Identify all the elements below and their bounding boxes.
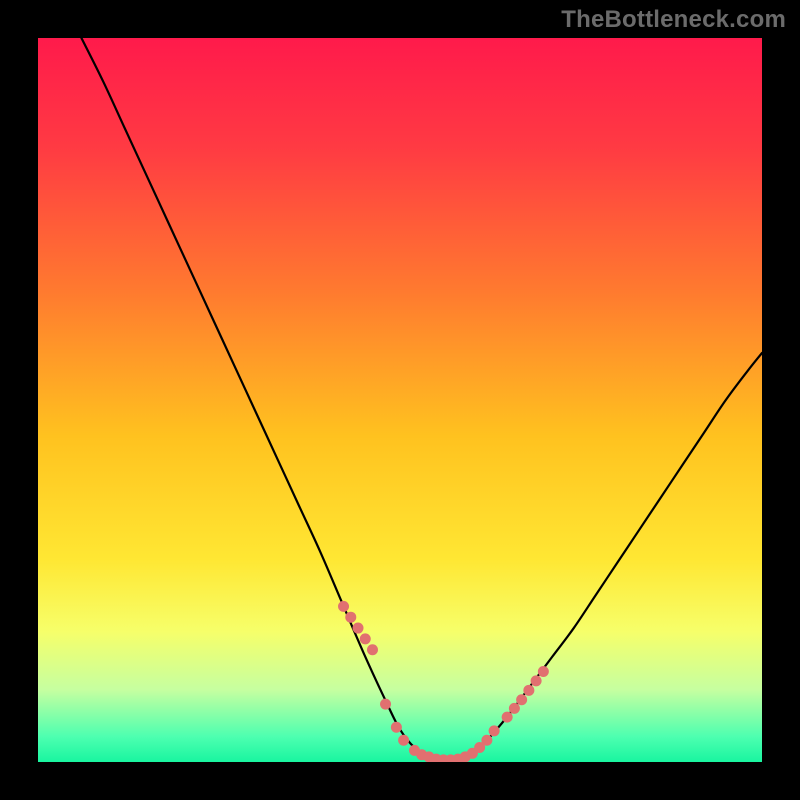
- threshold-dot: [481, 735, 492, 746]
- watermark-text: TheBottleneck.com: [561, 6, 786, 34]
- threshold-dot: [531, 675, 542, 686]
- threshold-dot: [538, 666, 549, 677]
- threshold-dot: [360, 633, 371, 644]
- threshold-dot: [509, 703, 520, 714]
- threshold-dot: [391, 722, 402, 733]
- curve-layer: [38, 38, 762, 762]
- threshold-dot: [502, 712, 513, 723]
- threshold-dot: [380, 699, 391, 710]
- bottleneck-curve: [81, 38, 762, 760]
- threshold-dots: [338, 601, 549, 762]
- chart-stage: TheBottleneck.com: [0, 0, 800, 800]
- threshold-dot: [523, 685, 534, 696]
- threshold-dot: [338, 601, 349, 612]
- threshold-dot: [516, 694, 527, 705]
- threshold-dot: [367, 644, 378, 655]
- threshold-dot: [353, 623, 364, 634]
- threshold-dot: [489, 725, 500, 736]
- threshold-dot: [345, 612, 356, 623]
- threshold-dot: [398, 735, 409, 746]
- plot-area: [38, 38, 762, 762]
